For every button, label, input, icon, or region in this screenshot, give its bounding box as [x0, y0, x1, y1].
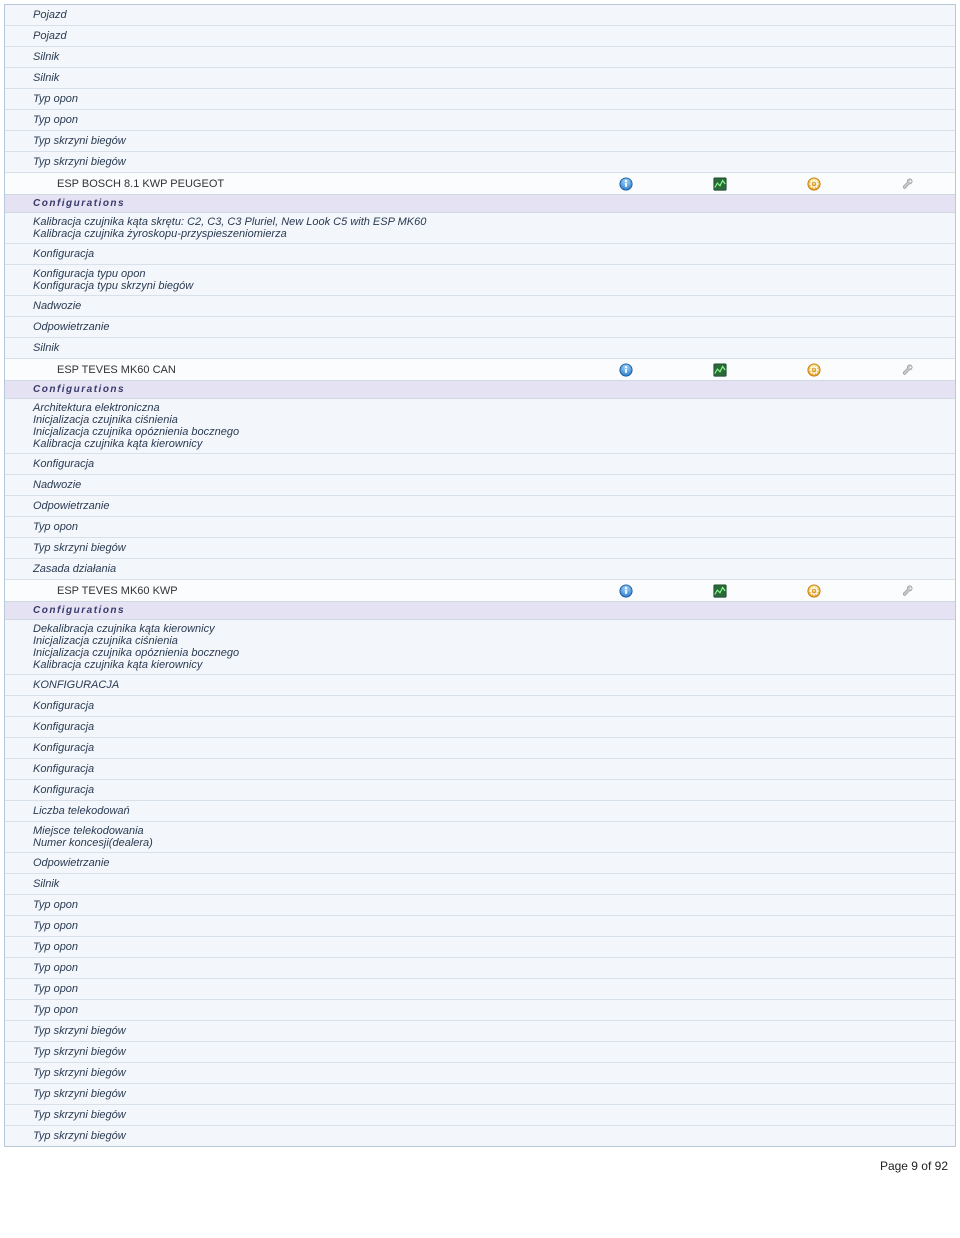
module-row[interactable]: ESP BOSCH 8.1 KWP PEUGEOT	[5, 173, 955, 195]
config-item: Typ skrzyni biegów	[5, 1042, 955, 1063]
config-item: Typ opon	[5, 89, 955, 110]
config-item: Pojazd	[5, 5, 955, 26]
config-item: Konfiguracja	[5, 454, 955, 475]
gear-icon[interactable]	[767, 363, 861, 377]
config-item: Pojazd	[5, 26, 955, 47]
config-sublines: Dekalibracja czujnika kąta kierownicyIni…	[5, 620, 955, 675]
module-row[interactable]: ESP TEVES MK60 CAN	[5, 359, 955, 381]
gear-icon[interactable]	[767, 177, 861, 191]
module-title: ESP TEVES MK60 CAN	[57, 364, 579, 376]
config-item: Odpowietrzanie	[5, 317, 955, 338]
module-title: ESP TEVES MK60 KWP	[57, 585, 579, 597]
config-sublines: Konfiguracja typu oponKonfiguracja typu …	[5, 265, 955, 296]
info-icon[interactable]	[579, 177, 673, 191]
wrench-icon[interactable]	[861, 363, 955, 377]
config-item: Typ opon	[5, 958, 955, 979]
info-icon[interactable]	[579, 363, 673, 377]
config-item: Konfiguracja	[5, 244, 955, 265]
config-item: Typ opon	[5, 916, 955, 937]
config-item: Typ opon	[5, 979, 955, 1000]
config-item: Silnik	[5, 68, 955, 89]
graph-icon[interactable]	[673, 584, 767, 598]
config-item: Konfiguracja	[5, 738, 955, 759]
config-item: Typ opon	[5, 1000, 955, 1021]
gear-icon[interactable]	[767, 584, 861, 598]
graph-icon[interactable]	[673, 363, 767, 377]
info-icon[interactable]	[579, 584, 673, 598]
page-footer: Page 9 of 92	[0, 1151, 960, 1177]
config-sublines: Miejsce telekodowaniaNumer koncesji(deal…	[5, 822, 955, 853]
config-item: Silnik	[5, 47, 955, 68]
graph-icon[interactable]	[673, 177, 767, 191]
config-item: Typ skrzyni biegów	[5, 1084, 955, 1105]
config-item: Typ skrzyni biegów	[5, 538, 955, 559]
config-item: Zasada działania	[5, 559, 955, 580]
config-item: Typ skrzyni biegów	[5, 1063, 955, 1084]
config-item: Typ skrzyni biegów	[5, 1126, 955, 1146]
config-item: Typ skrzyni biegów	[5, 1021, 955, 1042]
module-row[interactable]: ESP TEVES MK60 KWP	[5, 580, 955, 602]
config-item: KONFIGURACJA	[5, 675, 955, 696]
config-item: Nadwozie	[5, 296, 955, 317]
configurations-header: Configurations	[5, 602, 955, 620]
config-sublines: Kalibracja czujnika kąta skrętu: C2, C3,…	[5, 213, 955, 244]
config-item: Odpowietrzanie	[5, 496, 955, 517]
config-item: Typ opon	[5, 937, 955, 958]
config-item: Konfiguracja	[5, 780, 955, 801]
wrench-icon[interactable]	[861, 177, 955, 191]
configurations-header: Configurations	[5, 195, 955, 213]
config-item: Konfiguracja	[5, 759, 955, 780]
config-item: Silnik	[5, 874, 955, 895]
config-item: Konfiguracja	[5, 696, 955, 717]
config-item: Nadwozie	[5, 475, 955, 496]
config-item: Typ skrzyni biegów	[5, 152, 955, 173]
module-title: ESP BOSCH 8.1 KWP PEUGEOT	[57, 178, 579, 190]
config-item: Odpowietrzanie	[5, 853, 955, 874]
config-item: Typ skrzyni biegów	[5, 1105, 955, 1126]
config-item: Typ opon	[5, 110, 955, 131]
config-item: Konfiguracja	[5, 717, 955, 738]
config-item: Liczba telekodowań	[5, 801, 955, 822]
config-item: Typ opon	[5, 517, 955, 538]
config-item: Typ opon	[5, 895, 955, 916]
config-sublines: Architektura elektronicznaInicjalizacja …	[5, 399, 955, 454]
config-item: Typ skrzyni biegów	[5, 131, 955, 152]
configurations-header: Configurations	[5, 381, 955, 399]
config-item: Silnik	[5, 338, 955, 359]
wrench-icon[interactable]	[861, 584, 955, 598]
